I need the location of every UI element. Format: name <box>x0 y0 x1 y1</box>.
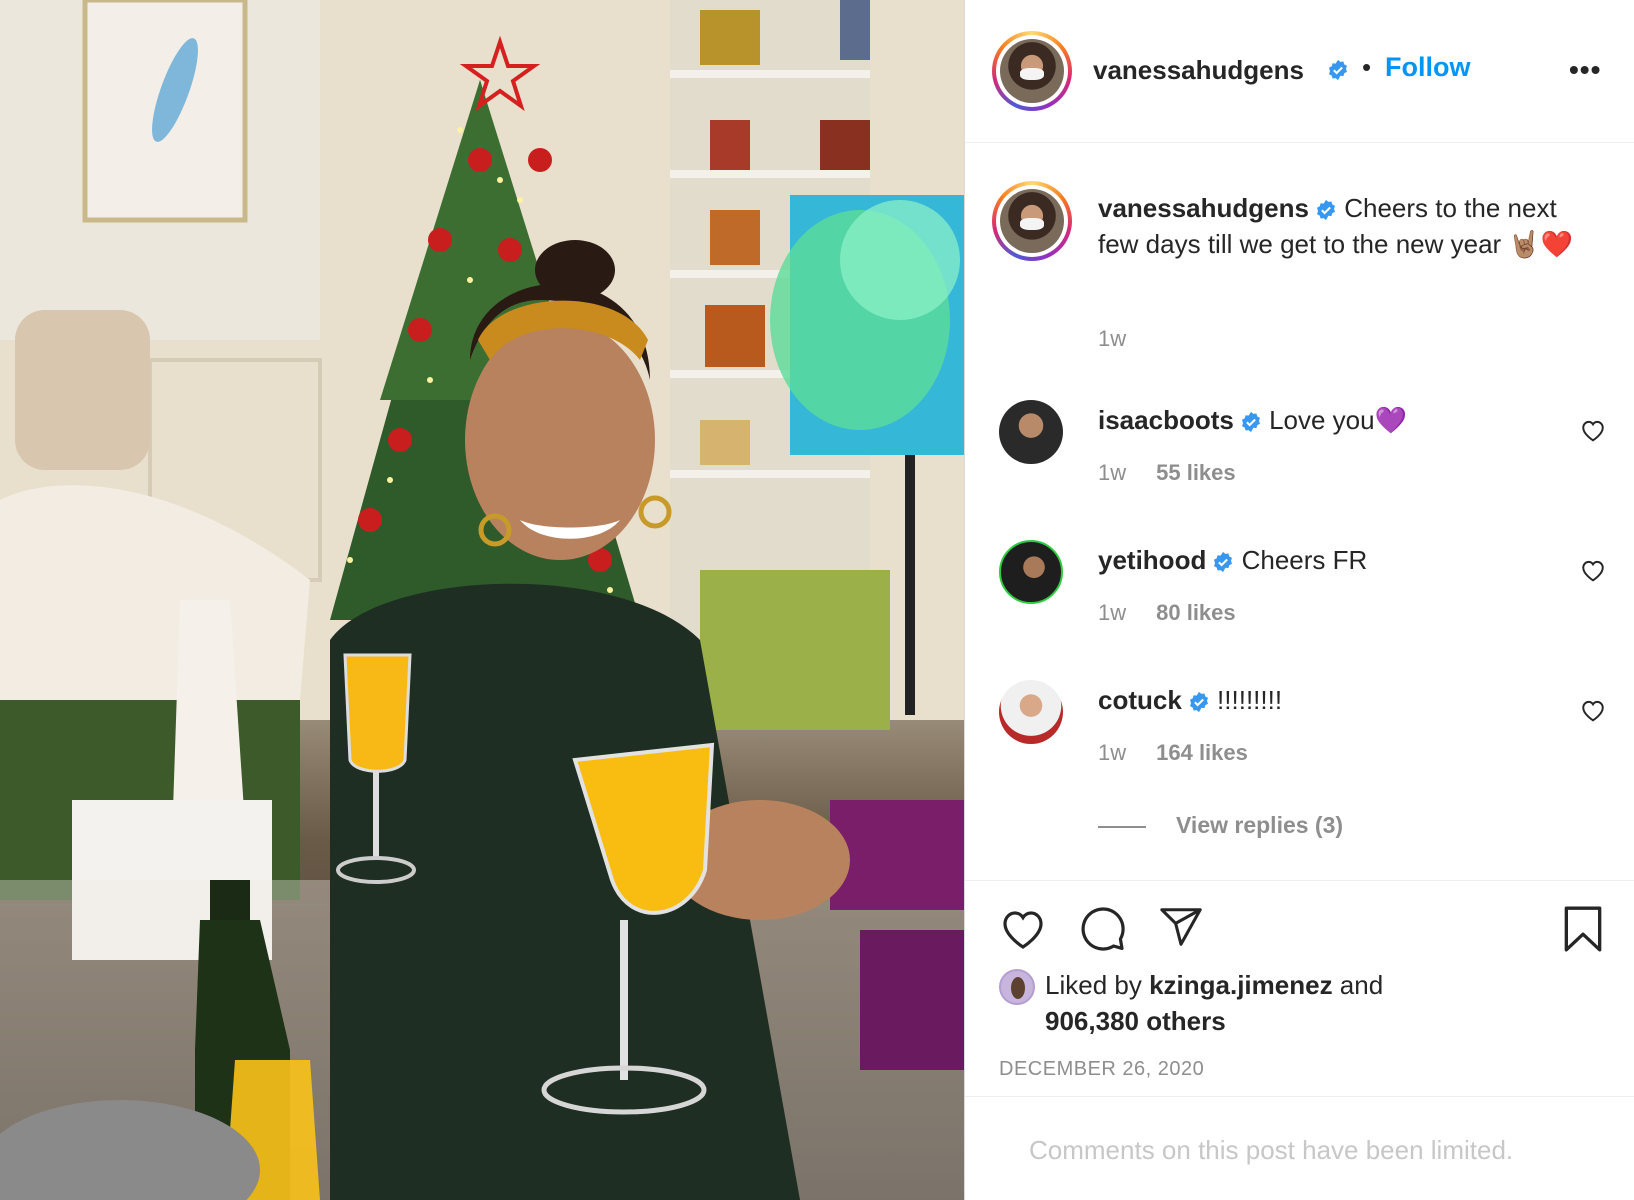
author-username[interactable]: vanessahudgens <box>1093 55 1304 86</box>
comment-timestamp[interactable]: 1w <box>1098 600 1126 625</box>
comment-item: yetihood Cheers FR 1w 80 likes <box>965 540 1634 660</box>
post-date[interactable]: December 26, 2020 <box>999 1058 1204 1081</box>
commenter-avatar[interactable] <box>999 400 1063 464</box>
verified-badge-icon <box>1214 552 1233 573</box>
post-photo-illustration <box>0 0 964 1200</box>
comment-username[interactable]: yetihood <box>1098 545 1206 575</box>
more-options-icon[interactable]: ••• <box>1569 54 1601 86</box>
comment-timestamp[interactable]: 1w <box>1098 460 1126 485</box>
comment-heart-icon[interactable] <box>1580 558 1606 582</box>
limited-divider <box>965 1096 1634 1097</box>
liked-by-suffix: and <box>1332 970 1384 1000</box>
verified-badge-icon <box>1329 59 1347 81</box>
liker-avatar[interactable] <box>999 969 1035 1005</box>
caption-timestamp[interactable]: 1w <box>1098 326 1126 352</box>
comment-meta: 1w 80 likes <box>1098 600 1236 626</box>
caption-username[interactable]: vanessahudgens <box>1098 193 1309 223</box>
post-side-panel: vanessahudgens • Follow ••• vanessahudge… <box>964 0 1634 1200</box>
comment-likes[interactable]: 164 likes <box>1156 740 1248 765</box>
paper-plane-icon[interactable] <box>1157 904 1205 950</box>
comment-text: !!!!!!!!! <box>1217 685 1283 715</box>
like-count[interactable]: 906,380 others <box>1045 1003 1226 1039</box>
post-header: vanessahudgens • Follow ••• <box>965 0 1634 143</box>
comments-limited-notice: Comments on this post have been limited. <box>1029 1135 1514 1165</box>
liked-by-user[interactable]: kzinga.jimenez <box>1149 970 1333 1000</box>
view-replies-button[interactable]: View replies (3) <box>1098 812 1343 839</box>
caption-avatar[interactable] <box>992 181 1072 261</box>
actions-divider <box>965 880 1634 882</box>
comment-likes[interactable]: 80 likes <box>1156 600 1236 625</box>
post-photo[interactable] <box>0 0 964 1200</box>
comment-item: isaacboots Love you💜 1w 55 likes <box>965 400 1634 520</box>
comment-item: cotuck !!!!!!!!! 1w 164 likes <box>965 680 1634 800</box>
author-avatar[interactable] <box>992 31 1072 111</box>
commenter-avatar[interactable] <box>999 540 1063 604</box>
follow-button[interactable]: Follow <box>1385 52 1470 83</box>
replies-line <box>1098 825 1146 828</box>
comment-timestamp[interactable]: 1w <box>1098 740 1126 765</box>
commenter-avatar[interactable] <box>999 680 1063 744</box>
view-replies-label: View replies (3) <box>1176 812 1344 838</box>
comment-text: Cheers FR <box>1241 545 1368 575</box>
comment-body: isaacboots Love you💜 <box>1098 402 1407 438</box>
verified-badge-icon <box>1317 200 1335 221</box>
comment-text: Love you💜 <box>1269 405 1407 435</box>
comment-body: cotuck !!!!!!!!! <box>1098 682 1282 718</box>
liked-by-line: Liked by kzinga.jimenez and <box>1045 967 1383 1003</box>
comment-username[interactable]: isaacboots <box>1098 405 1234 435</box>
verified-badge-icon <box>1189 692 1208 713</box>
comment-heart-icon[interactable] <box>1580 418 1606 442</box>
comment-heart-icon[interactable] <box>1580 698 1606 722</box>
comment-meta: 1w 55 likes <box>1098 460 1236 486</box>
liked-by-prefix: Liked by <box>1045 970 1150 1000</box>
comment-username[interactable]: cotuck <box>1098 685 1182 715</box>
comment-bubble-icon[interactable] <box>1079 904 1127 952</box>
bookmark-icon[interactable] <box>1561 904 1605 954</box>
comment-meta: 1w 164 likes <box>1098 740 1248 766</box>
verified-badge-icon <box>1241 412 1260 433</box>
caption-text-block: vanessahudgens Cheers to the next few da… <box>1098 190 1603 262</box>
comment-body: yetihood Cheers FR <box>1098 542 1367 578</box>
heart-icon[interactable] <box>999 906 1047 950</box>
header-separator: • <box>1362 52 1372 82</box>
comment-likes[interactable]: 55 likes <box>1156 460 1236 485</box>
instagram-post-view: vanessahudgens • Follow ••• vanessahudge… <box>0 0 1634 1200</box>
